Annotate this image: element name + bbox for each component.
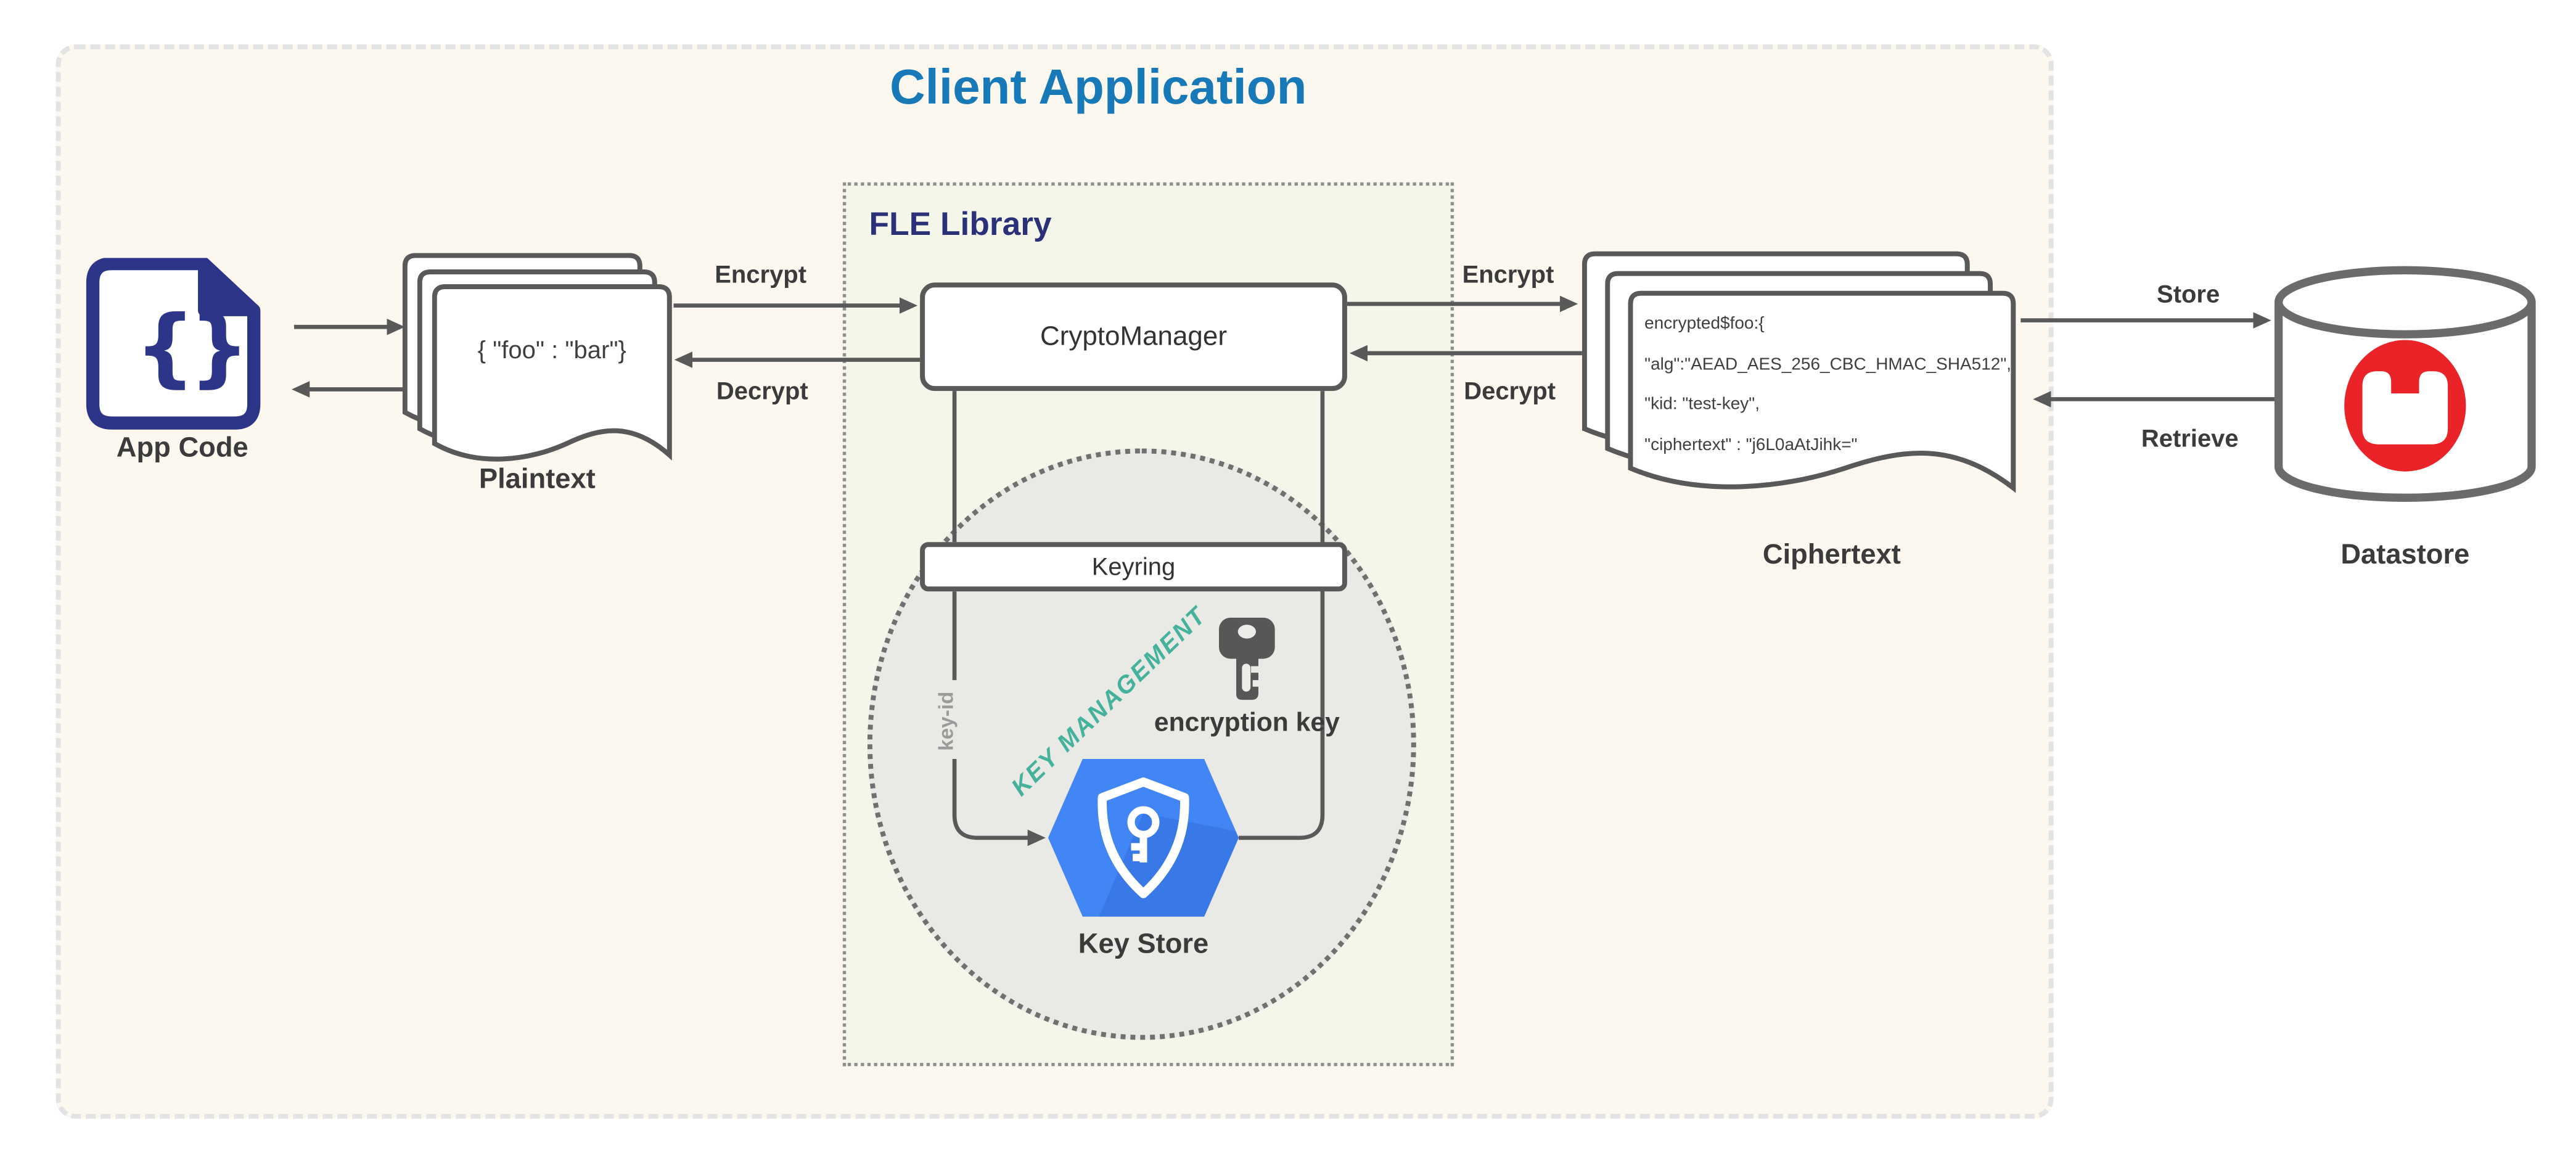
fle-library-label: FLE Library	[869, 207, 1052, 245]
svg-text:}: }	[189, 297, 250, 396]
datastore-label: Datastore	[2290, 539, 2520, 572]
app-code-label: App Code	[84, 432, 281, 465]
encryption-key-icon	[1216, 615, 1278, 703]
retrieve-label: Retrieve	[2108, 425, 2272, 453]
key-id-label: key-id	[935, 663, 974, 779]
plaintext-label: Plaintext	[422, 463, 652, 496]
encrypt-right-label: Encrypt	[1442, 261, 1573, 289]
decrypt-right-label: Decrypt	[1444, 378, 1575, 406]
diagram-canvas: Client Application FLE Library	[0, 0, 2576, 1155]
datastore-icon	[2272, 260, 2538, 531]
svg-text:{: {	[134, 297, 195, 396]
encryption-key-label: encryption key	[1148, 707, 1345, 741]
decrypt-left-label: Decrypt	[697, 378, 828, 406]
page-title: Client Application	[660, 61, 1536, 117]
ciphertext-line: encrypted$foo:{	[1644, 304, 2014, 345]
keyring-node: Keyring	[920, 542, 1347, 591]
ciphertext-line: "kid: "test-key",	[1644, 385, 2014, 425]
keyring-label: Keyring	[1092, 553, 1176, 581]
ciphertext-label: Ciphertext	[1717, 539, 1946, 572]
store-label: Store	[2123, 281, 2254, 309]
ciphertext-line: "alg":"AEAD_AES_256_CBC_HMAC_SHA512",	[1644, 344, 2014, 385]
key-store-label: Key Store	[1045, 928, 1242, 961]
plaintext-page-front-icon	[432, 284, 679, 482]
crypto-manager-label: CryptoManager	[1040, 321, 1227, 353]
encrypt-left-label: Encrypt	[695, 261, 826, 289]
plaintext-content: { "foo" : "bar"}	[432, 337, 672, 364]
key-store-icon	[1048, 754, 1239, 922]
ciphertext-line: "ciphertext" : "j6L0aAtJihk="	[1644, 425, 2014, 466]
ciphertext-content: encrypted$foo:{ "alg":"AEAD_AES_256_CBC_…	[1644, 304, 2014, 465]
app-code-icon: { }	[86, 258, 279, 430]
crypto-manager-node: CryptoManager	[920, 282, 1347, 391]
